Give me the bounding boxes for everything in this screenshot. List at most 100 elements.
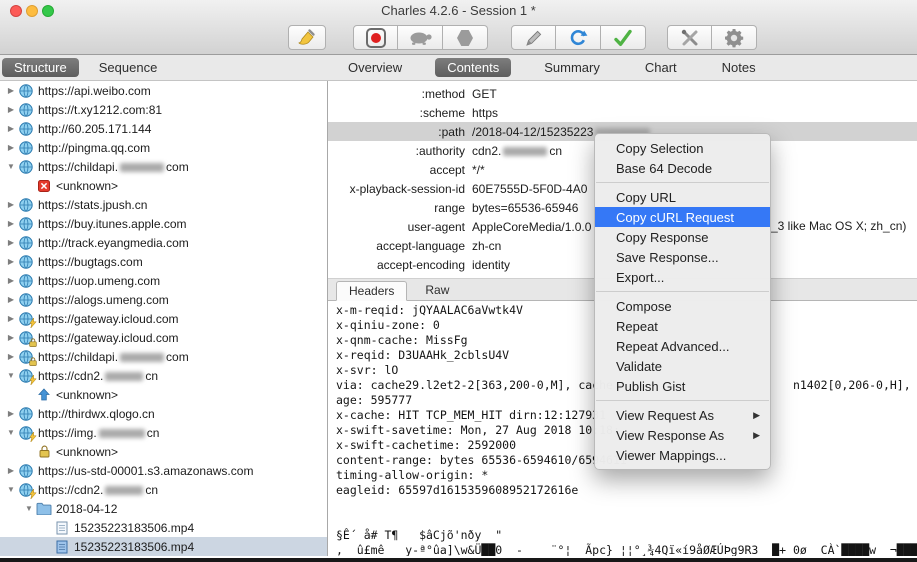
subtab-headers[interactable]: Headers	[336, 281, 408, 301]
compose-button[interactable]	[511, 25, 556, 50]
tree-item[interactable]: 15235223183506.mp4	[0, 518, 327, 537]
file-selected-icon	[54, 539, 70, 554]
menu-item-copy-url[interactable]: Copy URL	[595, 187, 770, 207]
tree-item[interactable]: ▶ https://stats.jpush.cn	[0, 195, 327, 214]
expand-arrow-icon[interactable]: ▶	[4, 257, 18, 266]
bolt-overlay-icon	[29, 431, 37, 443]
window-title: Charles 4.2.6 - Session 1 *	[381, 3, 536, 18]
expand-arrow-icon[interactable]: ▶	[4, 276, 18, 285]
tree-item[interactable]: ▼ https://img. cn	[0, 423, 327, 443]
tab-notes[interactable]: Notes	[710, 58, 768, 77]
menu-item-export[interactable]: Export...	[595, 267, 770, 287]
tree-item[interactable]: ▶ https://us-std-00001.s3.amazonaws.com	[0, 461, 327, 480]
tools-button[interactable]	[667, 25, 712, 50]
tree-item[interactable]: <unknown>	[0, 385, 327, 404]
breakpoints-button[interactable]	[443, 25, 488, 50]
settings-button[interactable]	[712, 25, 757, 50]
collapse-arrow-icon[interactable]: ▼	[22, 504, 36, 513]
tree-item[interactable]: ▶ http://track.eyangmedia.com	[0, 233, 327, 252]
expand-arrow-icon[interactable]: ▶	[4, 86, 18, 95]
tree-item[interactable]: ▶ https://buy.itunes.apple.com	[0, 214, 327, 233]
tree-item[interactable]: ▶ http://thirdwx.qlogo.cn	[0, 404, 327, 423]
menu-item-compose[interactable]: Compose	[595, 296, 770, 316]
record-icon	[365, 27, 387, 48]
menu-item-copy-response[interactable]: Copy Response	[595, 227, 770, 247]
tab-chart[interactable]: Chart	[633, 58, 689, 77]
menu-item-view-request-as[interactable]: View Request As ▶	[595, 405, 770, 425]
tree-item[interactable]: 15235223183506.mp4	[0, 537, 327, 556]
expand-arrow-icon[interactable]: ▶	[4, 295, 18, 304]
tree-item[interactable]: ▶ https://bugtags.com	[0, 252, 327, 271]
request-header-row[interactable]: :method GET	[328, 84, 917, 103]
menu-item-publish-gist[interactable]: Publish Gist	[595, 376, 770, 396]
throttle-button[interactable]	[398, 25, 443, 50]
bolt-overlay-icon	[29, 488, 37, 500]
menu-item-viewer-mappings[interactable]: Viewer Mappings...	[595, 445, 770, 465]
menu-item-view-response-as[interactable]: View Response As ▶	[595, 425, 770, 445]
menu-item-copy-selection[interactable]: Copy Selection	[595, 138, 770, 158]
expand-arrow-icon[interactable]: ▶	[4, 219, 18, 228]
tree-item[interactable]: ▼ https://cdn2. cn	[0, 366, 327, 386]
expand-arrow-icon[interactable]: ▶	[4, 352, 18, 361]
tree-item[interactable]: ▶ https://t.xy1212.com:81	[0, 100, 327, 119]
repeat-button[interactable]	[556, 25, 601, 50]
subtab-raw[interactable]: Raw	[413, 280, 461, 300]
expand-arrow-icon[interactable]: ▶	[4, 238, 18, 247]
expand-arrow-icon[interactable]: ▶	[4, 314, 18, 323]
main-tabs: Overview Contents Summary Chart Notes	[328, 58, 768, 77]
menu-item-validate[interactable]: Validate	[595, 356, 770, 376]
tree-item[interactable]: ▼ https://childapi. com	[0, 157, 327, 176]
menu-item-save-response[interactable]: Save Response...	[595, 247, 770, 267]
collapse-arrow-icon[interactable]: ▼	[4, 162, 18, 171]
header-name: accept-language	[376, 238, 465, 253]
tree-item[interactable]: ▶ http://pingma.qq.com	[0, 138, 327, 157]
tree-item[interactable]: ▼ https://cdn2. cn	[0, 480, 327, 500]
tree-item[interactable]: ▶ https://gateway.icloud.com	[0, 309, 327, 329]
tree-item[interactable]: ▶ https://alogs.umeng.com	[0, 290, 327, 309]
tree-item[interactable]: ▶ https://api.weibo.com	[0, 81, 327, 100]
header-name: :authority	[415, 143, 465, 158]
clear-session-button[interactable]	[288, 25, 326, 50]
collapse-arrow-icon[interactable]: ▼	[4, 371, 18, 380]
expand-arrow-icon[interactable]: ▶	[4, 333, 18, 342]
expand-arrow-icon[interactable]: ▶	[4, 105, 18, 114]
menu-separator	[596, 182, 769, 183]
expand-arrow-icon[interactable]: ▶	[4, 409, 18, 418]
menu-item-copy-curl-request[interactable]: Copy cURL Request	[595, 207, 770, 227]
uparrow-icon	[36, 387, 52, 402]
request-header-row[interactable]: :scheme https	[328, 103, 917, 122]
expand-arrow-icon[interactable]: ▶	[4, 143, 18, 152]
zoom-window-icon[interactable]	[42, 5, 54, 17]
tree-item[interactable]: ▶ https://gateway.icloud.com	[0, 328, 327, 347]
tree-item-label: https://us-std-00001.s3.amazonaws.com	[38, 463, 254, 478]
header-value: https	[472, 105, 499, 120]
tree-item[interactable]: <unknown>	[0, 176, 327, 195]
header-value: GET	[472, 86, 497, 101]
expand-arrow-icon[interactable]: ▶	[4, 466, 18, 475]
tree-item[interactable]: ▶ https://childapi. com	[0, 347, 327, 366]
minimize-window-icon[interactable]	[26, 5, 38, 17]
menu-item-repeat-advanced[interactable]: Repeat Advanced...	[595, 336, 770, 356]
collapse-arrow-icon[interactable]: ▼	[4, 485, 18, 494]
sidebar-tab-structure[interactable]: Structure	[2, 58, 79, 77]
tree-item[interactable]: ▼ 2018-04-12	[0, 499, 327, 518]
expand-arrow-icon[interactable]: ▶	[4, 200, 18, 209]
sidebar-tab-sequence[interactable]: Sequence	[87, 58, 170, 77]
settings-gear-icon	[724, 28, 744, 48]
tree-item[interactable]: ▶ https://uop.umeng.com	[0, 271, 327, 290]
menu-item-base-64-decode[interactable]: Base 64 Decode	[595, 158, 770, 178]
tree-item[interactable]: ▶ http://60.205.171.144	[0, 119, 327, 138]
record-button[interactable]	[353, 25, 398, 50]
close-window-icon[interactable]	[10, 5, 22, 17]
expand-arrow-icon[interactable]: ▶	[4, 124, 18, 133]
tab-contents[interactable]: Contents	[435, 58, 512, 77]
validate-button[interactable]	[601, 25, 646, 50]
collapse-arrow-icon[interactable]: ▼	[4, 428, 18, 437]
tab-overview[interactable]: Overview	[336, 58, 414, 77]
tree-item-label: https://cdn2. cn	[38, 368, 159, 383]
broom-icon	[295, 28, 319, 48]
tab-summary[interactable]: Summary	[532, 58, 612, 77]
tree-item[interactable]: <unknown>	[0, 442, 327, 461]
menu-separator	[596, 291, 769, 292]
menu-item-repeat[interactable]: Repeat	[595, 316, 770, 336]
